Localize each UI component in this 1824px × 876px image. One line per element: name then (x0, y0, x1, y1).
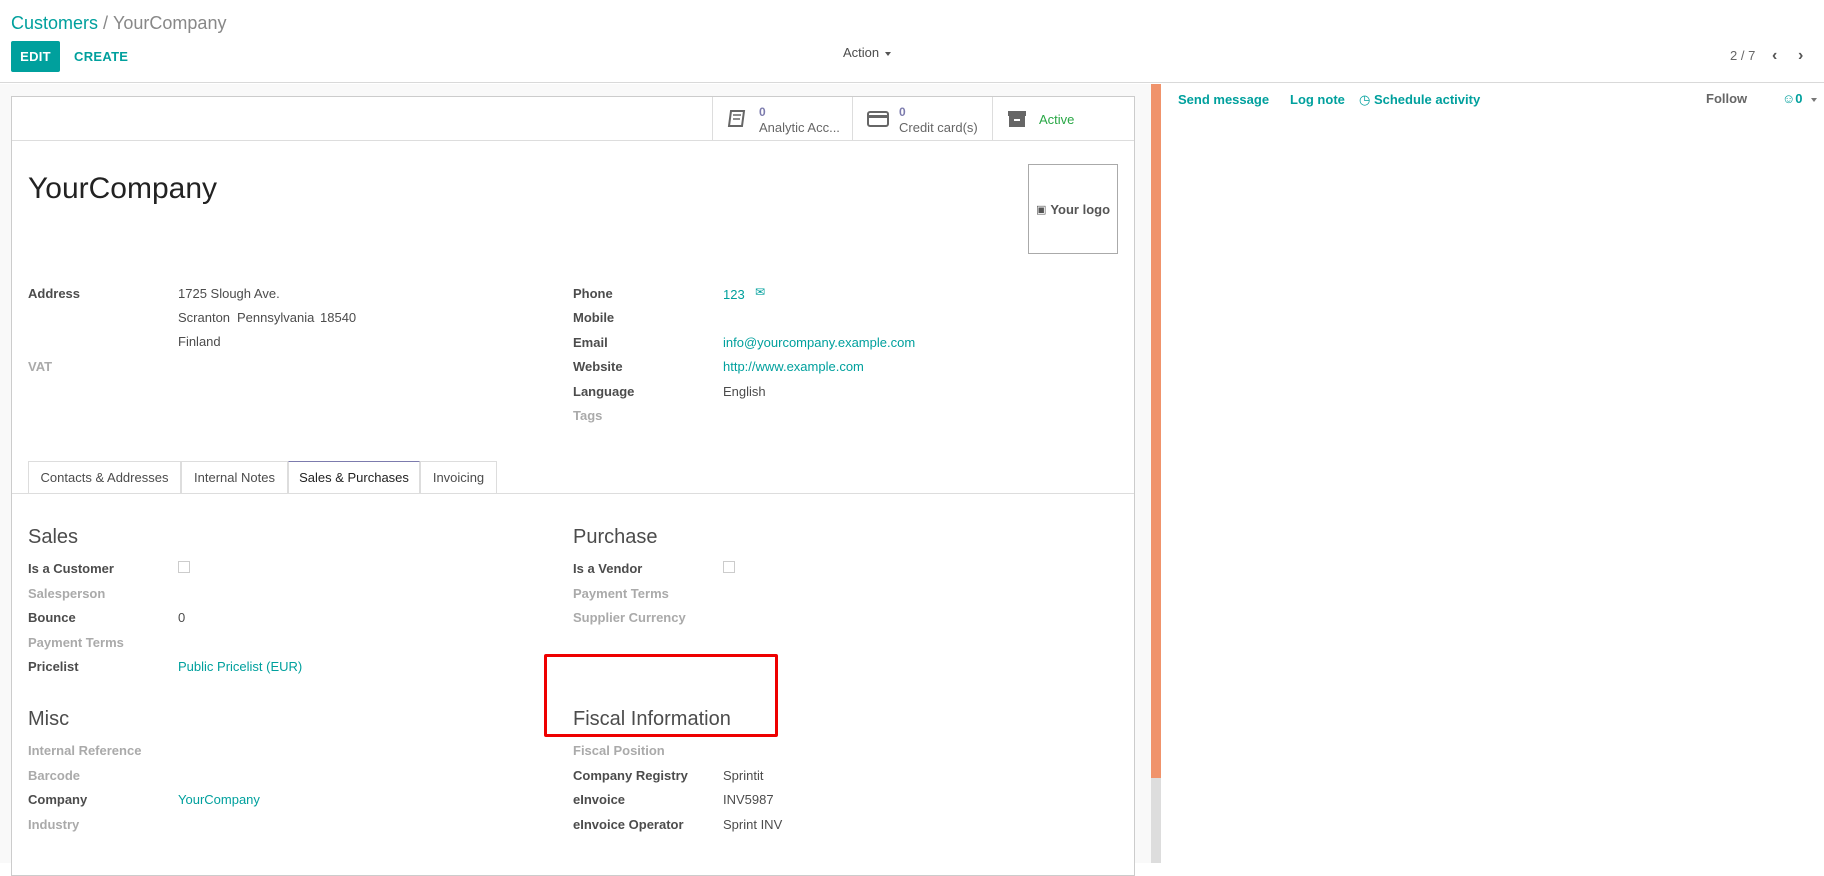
is-vendor-label: Is a Vendor (573, 561, 643, 576)
chevron-left-icon[interactable]: ‹ (1772, 47, 1777, 65)
control-panel: Customers / YourCompany EDIT CREATE Action… (0, 0, 1824, 83)
action-label: Action (843, 45, 880, 60)
action-dropdown[interactable]: Action (843, 45, 892, 60)
salesperson-label: Salesperson (28, 586, 106, 601)
einvoice-label: eInvoice (573, 792, 626, 807)
company-registry-value: Sprintit (723, 768, 764, 783)
log-note-button[interactable]: Log note (1290, 92, 1345, 107)
camera-icon: ▣ (1035, 203, 1047, 216)
city-value: Scranton (178, 310, 231, 325)
followers-dropdown[interactable]: ☺0 (1782, 91, 1817, 106)
caret-down-icon (1810, 97, 1817, 102)
tab-contacts-addresses[interactable]: Contacts & Addresses (28, 461, 181, 493)
country-value: Finland (178, 334, 221, 349)
caret-down-icon (885, 51, 892, 56)
pricelist-value[interactable]: Public Pricelist (EUR) (178, 659, 302, 674)
industry-label: Industry (28, 817, 80, 832)
tab-invoicing[interactable]: Invoicing (420, 461, 497, 493)
is-vendor-checkbox[interactable] (723, 561, 735, 573)
active-toggle-button[interactable]: Active (992, 97, 1134, 141)
street-value: 1725 Slough Ave. (178, 286, 280, 301)
analytic-accounts-label: Analytic Acc... (759, 120, 840, 135)
followers-count: 0 (1795, 91, 1803, 106)
breadcrumb-separator: / (103, 13, 109, 33)
logo-image[interactable]: ▣ Your logo (1028, 164, 1118, 254)
form-sheet: 0 Analytic Acc... 0 Credit card(s) Activ… (11, 96, 1135, 876)
email-value[interactable]: info@yourcompany.example.com (723, 335, 915, 350)
partner-name: YourCompany (28, 172, 218, 205)
email-label: Email (573, 335, 608, 350)
einvoice-operator-value: Sprint INV (723, 817, 783, 832)
misc-section-title: Misc (28, 708, 70, 730)
einvoice-operator-label: eInvoice Operator (573, 817, 684, 832)
pager-value[interactable]: 2 / 7 (1730, 48, 1755, 63)
language-label: Language (573, 384, 635, 399)
purchase-payment-terms-label: Payment Terms (573, 586, 669, 601)
website-value[interactable]: http://www.example.com (723, 359, 864, 374)
bounce-value: 0 (178, 610, 186, 625)
schedule-activity-button[interactable]: ◷ Schedule activity (1359, 92, 1480, 108)
active-label: Active (1039, 112, 1075, 127)
highlight-box (544, 654, 778, 737)
company-label: Company (28, 792, 88, 807)
edit-button[interactable]: EDIT (11, 41, 60, 72)
mobile-label: Mobile (573, 310, 615, 325)
is-customer-label: Is a Customer (28, 561, 114, 576)
vat-label: VAT (28, 359, 53, 374)
state-value: Pennsylvania (237, 310, 315, 325)
tab-sales-purchases[interactable]: Sales & Purchases (288, 461, 420, 493)
address-label: Address (28, 286, 81, 301)
internal-reference-label: Internal Reference (28, 743, 142, 758)
credit-cards-button[interactable]: 0 Credit card(s) (852, 97, 992, 141)
barcode-label: Barcode (28, 768, 81, 783)
user-icon: ☺ (1782, 91, 1796, 106)
supplier-currency-label: Supplier Currency (573, 610, 686, 625)
credit-card-icon (867, 111, 889, 127)
analytic-accounts-button[interactable]: 0 Analytic Acc... (712, 97, 852, 141)
einvoice-value: INV5987 (723, 792, 774, 807)
button-box: 0 Analytic Acc... 0 Credit card(s) Activ… (12, 97, 1134, 141)
language-value: English (723, 384, 766, 399)
company-value[interactable]: YourCompany (178, 792, 260, 807)
chatter-panel (1161, 84, 1824, 863)
tab-internal-notes[interactable]: Internal Notes (181, 461, 288, 493)
website-label: Website (573, 359, 623, 374)
analytic-accounts-count: 0 (759, 105, 766, 119)
credit-cards-count: 0 (899, 105, 906, 119)
credit-cards-label: Credit card(s) (899, 120, 978, 135)
company-registry-label: Company Registry (573, 768, 688, 783)
book-icon (727, 110, 746, 127)
phone-label: Phone (573, 286, 613, 301)
tab-divider (12, 493, 1134, 494)
phone-value[interactable]: 123 (723, 287, 745, 302)
archive-icon (1008, 111, 1026, 127)
pricelist-label: Pricelist (28, 659, 79, 674)
follow-button[interactable]: Follow (1706, 91, 1747, 106)
purchase-section-title: Purchase (573, 526, 658, 548)
send-message-button[interactable]: Send message (1178, 92, 1269, 107)
envelope-icon[interactable]: ✉ (755, 285, 765, 299)
sales-payment-terms-label: Payment Terms (28, 635, 124, 650)
create-button[interactable]: CREATE (74, 49, 128, 64)
scrollbar-thumb[interactable] (1151, 84, 1161, 778)
logo-label: Your logo (1050, 201, 1111, 217)
clock-icon: ◷ (1359, 92, 1371, 107)
sales-section-title: Sales (28, 526, 79, 548)
is-customer-checkbox[interactable] (178, 561, 190, 573)
schedule-activity-label: Schedule activity (1373, 92, 1481, 107)
breadcrumb-customers-link[interactable]: Customers (11, 13, 98, 33)
chevron-right-icon[interactable]: › (1798, 47, 1803, 65)
breadcrumb-current: YourCompany (113, 13, 227, 33)
bounce-label: Bounce (28, 610, 76, 625)
tags-label: Tags (573, 408, 603, 423)
fiscal-position-label: Fiscal Position (573, 743, 665, 758)
breadcrumb: Customers / YourCompany (11, 13, 226, 34)
zip-value: 18540 (320, 310, 357, 325)
